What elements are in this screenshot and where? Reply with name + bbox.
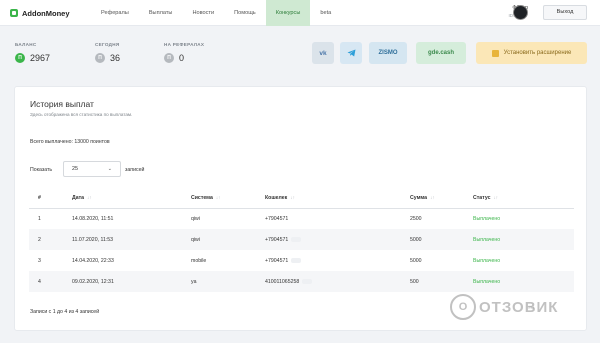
install-extension-button[interactable]: Установить расширение	[476, 42, 587, 64]
cell-number: 4	[29, 271, 63, 292]
telegram-icon	[347, 49, 355, 57]
table-row: 2 11.07.2020, 11:53 qiwi +7904571 5000 В…	[29, 229, 574, 250]
vk-button[interactable]: vk	[312, 42, 334, 64]
today-stat: СЕГОДНЯ П 36	[95, 42, 120, 63]
show-label: Показать	[30, 167, 53, 173]
watermark-suffix: .ru	[528, 305, 534, 311]
cell-system: qiwi	[182, 229, 256, 250]
stat-label: СЕГОДНЯ	[95, 42, 120, 47]
nav-item-contests[interactable]: Конкурсы	[265, 0, 311, 26]
main-nav: Рефералы Выплаты Новости Помощь Конкурсы…	[91, 0, 341, 26]
table-row: 1 14.08.2020, 11:51 qiwi +7904571 2500 В…	[29, 208, 574, 229]
cell-status: Выплачено	[464, 229, 574, 250]
cell-date: 14.04.2020, 22:33	[72, 257, 114, 264]
nav-item-referrals[interactable]: Рефералы	[91, 0, 139, 26]
page-size-value: 25	[72, 166, 78, 172]
zismo-button[interactable]: ZISMO	[369, 42, 407, 64]
points-icon: П	[164, 53, 174, 63]
top-navbar: AddonMoney Рефералы Выплаты Новости Помо…	[0, 0, 600, 26]
table-header-row: # Дата ↓↑ Система ↓↑ Кошелек ↓↑ Сумма ↓↑ Ста…	[29, 189, 574, 209]
logo-text: AddonMoney	[22, 8, 70, 18]
stat-label: НА РЕФЕРАЛАХ	[164, 42, 205, 47]
cell-number: 2	[29, 229, 63, 250]
avatar[interactable]	[513, 5, 528, 20]
points-icon: П	[95, 53, 105, 63]
logout-button[interactable]: Выход	[543, 5, 587, 20]
puzzle-icon	[491, 49, 499, 57]
card-title: История выплат	[30, 99, 94, 109]
balance-stat: БАЛАНС П 2967	[15, 42, 50, 63]
watermark-logo-icon: О	[450, 294, 476, 320]
cell-wallet: 410011065258	[256, 271, 401, 292]
cell-amount: 500	[401, 271, 464, 292]
masked-blur	[291, 257, 302, 263]
watermark: О ОТЗОВИК	[450, 294, 558, 320]
stat-value: 2967	[30, 53, 51, 63]
cell-wallet: +7904571	[256, 250, 401, 271]
stat-label: БАЛАНС	[15, 42, 37, 47]
stat-value: 36	[110, 53, 121, 63]
table-row: 3 14.04.2020, 22:33 mobile +7904571 5000…	[29, 250, 574, 271]
masked-blur	[302, 278, 313, 284]
sort-icon: ↓↑	[290, 195, 295, 201]
chevron-down-icon: ⌄	[107, 166, 112, 172]
cell-status: Выплачено	[473, 215, 501, 222]
cell-wallet: +7904571	[265, 215, 289, 222]
cell-amount: 2500	[410, 215, 422, 222]
stat-value: 0	[179, 53, 185, 63]
cell-status: Выплачено	[464, 271, 574, 292]
points-icon: П	[15, 53, 25, 63]
total-paid: Всего выплачено: 13000 поинтов	[30, 139, 110, 145]
nav-item-help[interactable]: Помощь	[224, 0, 266, 26]
cell-date: 14.08.2020, 11:51	[72, 215, 114, 222]
column-header-status[interactable]: Статус ↓↑	[464, 189, 574, 209]
cell-date: 09.02.2020, 12:31	[63, 271, 182, 292]
nav-item-payouts[interactable]: Выплаты	[139, 0, 183, 26]
sort-icon: ↓↑	[430, 195, 435, 201]
cell-system: qiwi	[191, 215, 200, 222]
cell-date: 11.07.2020, 11:53	[63, 229, 182, 250]
column-header-amount[interactable]: Сумма ↓↑	[401, 189, 464, 209]
gde-cash-button[interactable]: gde.cash	[416, 42, 466, 64]
column-header-wallet[interactable]: Кошелек ↓↑	[256, 189, 401, 209]
nav-item-news[interactable]: Новости	[182, 0, 224, 26]
cell-number: 3	[38, 257, 41, 264]
payouts-table: # Дата ↓↑ Система ↓↑ Кошелек ↓↑ Сумма ↓↑ Ста…	[29, 189, 574, 292]
column-header-system[interactable]: Система ↓↑	[182, 189, 256, 209]
sort-icon: ↓↑	[215, 195, 221, 201]
logo-icon	[10, 9, 18, 17]
telegram-button[interactable]	[340, 42, 362, 64]
page-size-select[interactable]: 25 ⌄	[63, 161, 121, 177]
nav-item-beta[interactable]: beta	[310, 0, 341, 26]
watermark-text: ОТЗОВИК	[479, 298, 559, 316]
table-row: 4 09.02.2020, 12:31 ya 410011065258 500 …	[29, 271, 574, 292]
vk-icon: vk	[319, 49, 327, 57]
cell-amount: 5000	[401, 229, 464, 250]
cell-amount: 5000	[410, 257, 422, 264]
cell-system: ya	[182, 271, 256, 292]
cell-number: 1	[38, 215, 41, 222]
masked-blur	[291, 236, 302, 242]
records-label: записей	[125, 167, 145, 173]
cell-wallet: +7904571	[256, 229, 401, 250]
column-header-date[interactable]: Дата ↓↑	[63, 189, 182, 209]
cell-status: Выплачено	[473, 257, 501, 264]
install-extension-label: Установить расширение	[503, 50, 572, 56]
sort-icon: ↓↑	[493, 195, 499, 201]
cell-system: mobile	[191, 257, 207, 264]
sort-icon: ↓↑	[87, 195, 92, 201]
column-header-number[interactable]: #	[29, 189, 63, 209]
card-subtitle: Здесь отображена вся статистика по выпла…	[30, 112, 133, 117]
referrals-stat: НА РЕФЕРАЛАХ П 0	[164, 42, 204, 63]
table-footer-info: Записи с 1 до 4 из 4 записей	[30, 309, 100, 315]
logo[interactable]: AddonMoney	[10, 7, 70, 19]
